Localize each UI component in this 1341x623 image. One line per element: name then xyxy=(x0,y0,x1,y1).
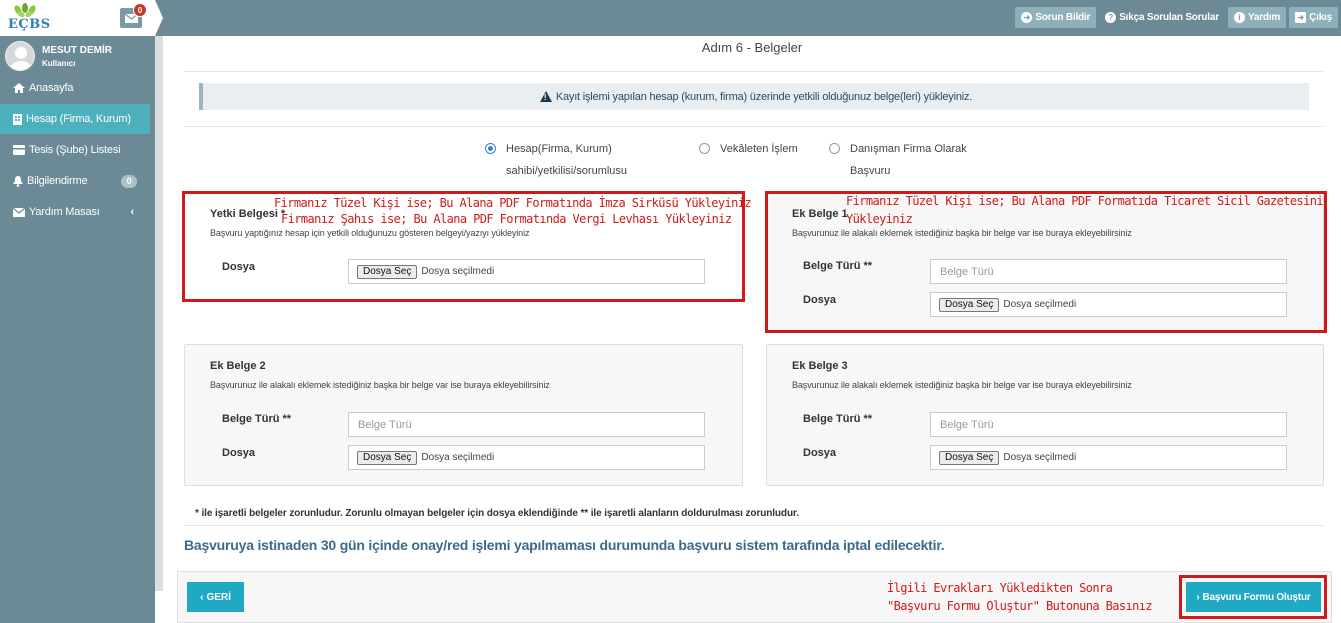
chevron-left-icon: ‹ xyxy=(130,206,135,218)
chevron-right-icon: › xyxy=(1196,591,1200,603)
notification-count-badge: 0 xyxy=(121,174,137,188)
cancellation-warning: Başvuruya istinaden 30 gün içinde onay/r… xyxy=(184,537,945,553)
annotation-text: "Başvuru Formu Oluştur" Butonuna Basınız xyxy=(887,599,1153,613)
sidebar-item-label: Tesis (Şube) Listesi xyxy=(29,144,121,156)
top-actions: ➜ Sorun Bildir ? Sıkça Sorulan Sorular i… xyxy=(1015,7,1338,28)
annotation-text: Firmanız Şahıs ise; Bu Alana PDF Formatı… xyxy=(281,212,732,226)
building-icon xyxy=(13,113,22,125)
file-status: Dosya seçilmedi xyxy=(421,452,495,463)
file-status: Dosya seçilmedi xyxy=(1003,452,1077,463)
logout-button[interactable]: ➜ Çıkış xyxy=(1289,7,1338,28)
sidebar-item-label: Bilgilendirme xyxy=(27,175,88,187)
radio-proxy[interactable]: Vekâleten İşlem xyxy=(699,138,798,160)
question-icon: ? xyxy=(1105,12,1117,23)
card-description: Başvurunuz ile alakalı eklemek istediğin… xyxy=(210,380,550,390)
sidebar-item-facilities[interactable]: Tesis (Şube) Listesi xyxy=(0,135,150,165)
card-description: Başvurunuz ile alakalı eklemek istediğin… xyxy=(792,380,1132,390)
warning-icon xyxy=(539,91,552,102)
extra-file-input-2[interactable]: Dosya Seç Dosya seçilmedi xyxy=(348,445,705,470)
home-icon xyxy=(13,83,25,93)
report-icon: ➜ xyxy=(1021,12,1033,23)
sidebar-item-helpdesk[interactable]: Yardım Masası ‹ xyxy=(0,197,150,227)
info-alert: Kayıt işlemi yapılan hesap (kurum, firma… xyxy=(199,83,1309,110)
sidebar-scrollbar[interactable] xyxy=(155,36,163,591)
card-title: Ek Belge 3 xyxy=(792,360,848,372)
user-name: MESUT DEMİR xyxy=(42,44,112,56)
back-button[interactable]: ‹ GERİ xyxy=(187,582,244,612)
chevron-left-icon: ‹ xyxy=(200,591,204,603)
create-application-form-button[interactable]: › Başvuru Formu Oluştur xyxy=(1186,582,1321,612)
sidebar-item-label: Yardım Masası xyxy=(29,206,100,218)
avatar xyxy=(5,41,35,71)
logout-icon: ➜ xyxy=(1295,12,1307,23)
required-fields-note: * ile işaretli belgeler zorunludur. Zoru… xyxy=(195,508,799,519)
logo-text: EÇBS xyxy=(8,17,51,32)
sidebar-item-label: Hesap (Firma, Kurum) xyxy=(26,113,131,125)
choose-file-button[interactable]: Dosya Seç xyxy=(939,450,1000,465)
annotation-text: İlgili Evrakları Yükledikten Sonra xyxy=(887,581,1113,595)
info-icon: i xyxy=(1233,12,1245,23)
document-type-label: Belge Türü ** xyxy=(222,413,292,425)
mail-count-badge: 0 xyxy=(133,3,147,17)
card-title: Ek Belge 2 xyxy=(210,360,266,372)
annotation-text: Firmanız Tüzel Kişi ise; Bu Alana PDF Fo… xyxy=(274,196,752,210)
user-profile[interactable]: MESUT DEMİR Kullanıcı xyxy=(5,40,112,72)
sidebar-item-notifications[interactable]: Bilgilendirme 0 xyxy=(0,166,150,196)
help-button[interactable]: i Yardım xyxy=(1227,7,1287,28)
report-problem-button[interactable]: ➜ Sorun Bildir xyxy=(1015,7,1097,28)
top-bar: EÇBS 0 ➜ Sorun Bildir ? Sıkça Sorulan So… xyxy=(0,0,1341,36)
divider xyxy=(184,525,1324,526)
form-footer xyxy=(177,571,1332,623)
annotation-text: Firmanız Tüzel Kişi ise; Bu Alana PDF Fo… xyxy=(846,194,1324,208)
info-alert-text: Kayıt işlemi yapılan hesap (kurum, firma… xyxy=(555,90,973,103)
radio-consultant[interactable]: Danışman Firma Olarak Başvuru xyxy=(829,138,967,182)
annotation-text: Yükleyiniz xyxy=(846,212,913,226)
radio-button[interactable] xyxy=(829,143,840,154)
extra-file-input-3[interactable]: Dosya Seç Dosya seçilmedi xyxy=(930,445,1287,470)
divider xyxy=(184,71,1324,72)
envelope-icon xyxy=(13,207,25,217)
document-type-input-3[interactable]: Belge Türü xyxy=(930,412,1287,437)
radio-account-owner[interactable]: Hesap(Firma, Kurum) sahibi/yetkilisi/sor… xyxy=(485,138,627,182)
sidebar-item-label: Anasayfa xyxy=(29,82,74,94)
faq-button[interactable]: ? Sıkça Sorulan Sorular xyxy=(1099,7,1225,28)
file-label: Dosya xyxy=(803,447,837,459)
sidebar-item-home[interactable]: Anasayfa xyxy=(0,73,150,103)
document-type-input-2[interactable]: Belge Türü xyxy=(348,412,705,437)
radio-button[interactable] xyxy=(699,143,710,154)
bell-icon xyxy=(13,175,23,187)
user-role: Kullanıcı xyxy=(42,58,76,68)
choose-file-button[interactable]: Dosya Seç xyxy=(357,450,418,465)
radio-button-checked[interactable] xyxy=(485,143,496,154)
file-label: Dosya xyxy=(222,447,256,459)
sidebar-item-account[interactable]: Hesap (Firma, Kurum) xyxy=(0,104,150,134)
list-icon xyxy=(13,145,25,155)
document-type-label: Belge Türü ** xyxy=(803,413,873,425)
page-title: Adım 6 - Belgeler xyxy=(701,40,803,55)
divider xyxy=(184,126,1324,127)
